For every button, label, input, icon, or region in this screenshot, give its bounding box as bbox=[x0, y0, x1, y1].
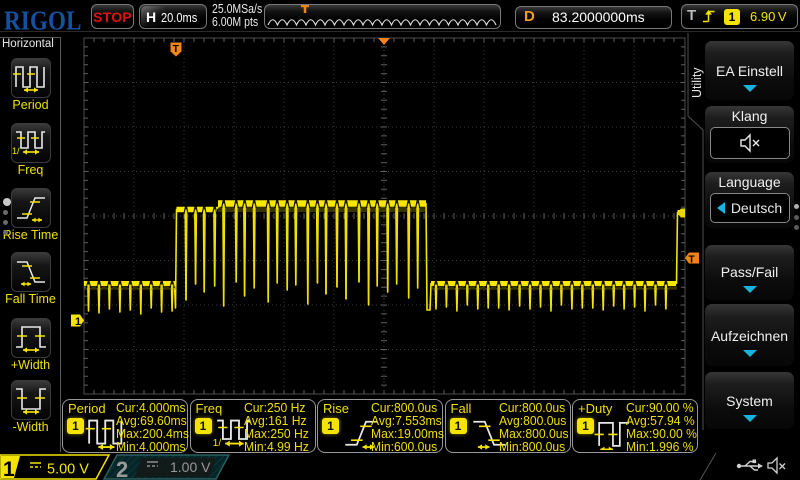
svg-text:2: 2 bbox=[116, 457, 128, 480]
svg-text:1/: 1/ bbox=[212, 438, 221, 449]
svg-text:1/: 1/ bbox=[12, 146, 20, 156]
svg-text:T: T bbox=[173, 44, 179, 55]
svg-text:1: 1 bbox=[3, 458, 15, 480]
svg-text:1: 1 bbox=[75, 316, 81, 328]
svg-text:1.00 V: 1.00 V bbox=[170, 459, 211, 475]
svg-text:5.00 V: 5.00 V bbox=[47, 462, 89, 478]
